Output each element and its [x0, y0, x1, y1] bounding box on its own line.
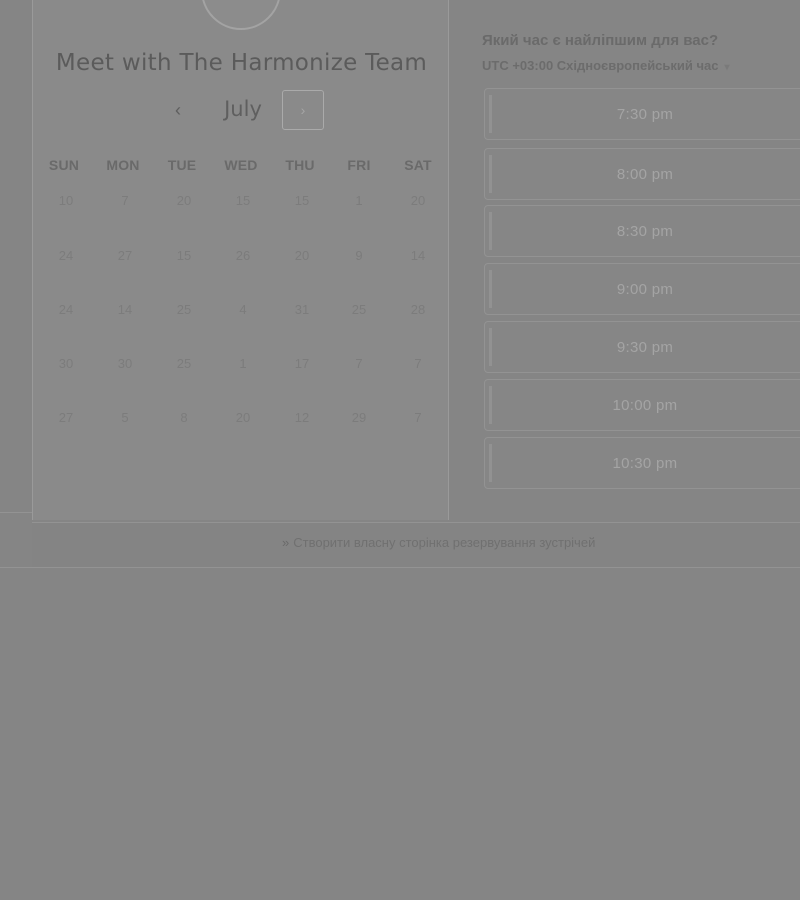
calendar-panel: Meet with The Harmonize Team ‹ July › SU… — [32, 0, 449, 520]
calendar-day[interactable]: 7 — [100, 193, 150, 208]
calendar-day[interactable]: 20 — [159, 193, 209, 208]
weekday-label: MON — [106, 157, 140, 173]
time-slot-label: 10:00 pm — [612, 397, 678, 414]
calendar-day[interactable]: 8 — [159, 410, 209, 425]
time-slot-button[interactable]: 10:30 pm — [484, 437, 800, 489]
calendar-day[interactable]: 20 — [218, 410, 268, 425]
calendar-day[interactable]: 24 — [41, 302, 91, 317]
time-slot-button[interactable]: 9:30 pm — [484, 321, 800, 373]
calendar-day[interactable]: 9 — [334, 248, 384, 263]
calendar-day[interactable]: 15 — [218, 193, 268, 208]
calendar-day[interactable]: 24 — [41, 248, 91, 263]
chevron-right-icon: › — [300, 102, 306, 118]
weekday-label: FRI — [347, 157, 371, 173]
calendar-day[interactable]: 4 — [218, 302, 268, 317]
footer-link-label: Створити власну сторінка резервування зу… — [293, 535, 596, 550]
calendar-day[interactable]: 5 — [100, 410, 150, 425]
month-label: July — [224, 97, 262, 121]
calendar-day[interactable]: 26 — [218, 248, 268, 263]
double-chevron-icon: » — [282, 535, 290, 550]
calendar-day[interactable]: 15 — [159, 248, 209, 263]
team-avatar — [201, 0, 281, 30]
time-slot-label: 7:30 pm — [616, 106, 674, 123]
time-slot-label: 8:30 pm — [616, 223, 674, 240]
calendar-grid: 10 7 20 15 15 1 20 24 27 15 26 20 9 14 2… — [33, 193, 450, 443]
calendar-day[interactable]: 14 — [393, 248, 443, 263]
calendar-day[interactable]: 25 — [159, 302, 209, 317]
caret-down-icon: ▾ — [724, 62, 730, 73]
time-slot-button[interactable]: 8:30 pm — [484, 205, 800, 257]
time-slot-button[interactable]: 10:00 pm — [484, 379, 800, 431]
time-question-heading: Який час є найліпшим для вас? — [482, 32, 719, 49]
time-slot-label: 8:00 pm — [616, 166, 674, 183]
create-booking-page-link[interactable]: » Створити власну сторінка резервування з… — [282, 535, 595, 550]
weekday-label: SUN — [48, 157, 80, 173]
left-edge-divider — [0, 512, 32, 568]
calendar-day[interactable]: 25 — [334, 302, 384, 317]
calendar-day[interactable]: 29 — [334, 410, 384, 425]
calendar-day[interactable]: 14 — [100, 302, 150, 317]
calendar-day[interactable]: 27 — [41, 410, 91, 425]
calendar-day[interactable]: 17 — [277, 356, 327, 371]
calendar-day[interactable]: 10 — [41, 193, 91, 208]
calendar-day[interactable]: 7 — [393, 356, 443, 371]
calendar-day[interactable]: 12 — [277, 410, 327, 425]
calendar-day[interactable]: 27 — [100, 248, 150, 263]
weekday-label: WED — [224, 157, 258, 173]
calendar-day[interactable]: 1 — [334, 193, 384, 208]
calendar-day[interactable]: 1 — [218, 356, 268, 371]
calendar-day[interactable]: 28 — [393, 302, 443, 317]
time-slot-label: 9:30 pm — [616, 339, 674, 356]
calendar-day[interactable]: 31 — [277, 302, 327, 317]
prev-month-button[interactable]: ‹ — [163, 95, 193, 125]
time-slot-label: 10:30 pm — [612, 455, 678, 472]
weekday-label: SAT — [404, 157, 432, 173]
timezone-label: UTC +03:00 Східноєвропейський час — [482, 58, 719, 73]
weekday-header-row: SUN MON TUE WED THU FRI SAT — [33, 157, 450, 177]
time-slot-button[interactable]: 9:00 pm — [484, 263, 800, 315]
footer-bar: » Створити власну сторінка резервування з… — [32, 522, 800, 568]
calendar-day[interactable]: 15 — [277, 193, 327, 208]
weekday-label: TUE — [167, 157, 197, 173]
time-slot-button[interactable]: 8:00 pm — [484, 148, 800, 200]
timezone-selector[interactable]: UTC +03:00 Східноєвропейський час ▾ — [482, 58, 730, 73]
chevron-left-icon: ‹ — [175, 100, 181, 120]
page-title: Meet with The Harmonize Team — [55, 50, 428, 76]
calendar-day[interactable]: 20 — [393, 193, 443, 208]
calendar-day[interactable]: 30 — [100, 356, 150, 371]
next-month-button[interactable]: › — [282, 90, 324, 130]
calendar-day[interactable]: 7 — [334, 356, 384, 371]
calendar-day[interactable]: 30 — [41, 356, 91, 371]
calendar-day[interactable]: 25 — [159, 356, 209, 371]
calendar-day[interactable]: 20 — [277, 248, 327, 263]
time-slot-label: 9:00 pm — [616, 281, 674, 298]
calendar-day[interactable]: 7 — [393, 410, 443, 425]
weekday-label: THU — [285, 157, 315, 173]
time-slot-button[interactable]: 7:30 pm — [484, 88, 800, 140]
